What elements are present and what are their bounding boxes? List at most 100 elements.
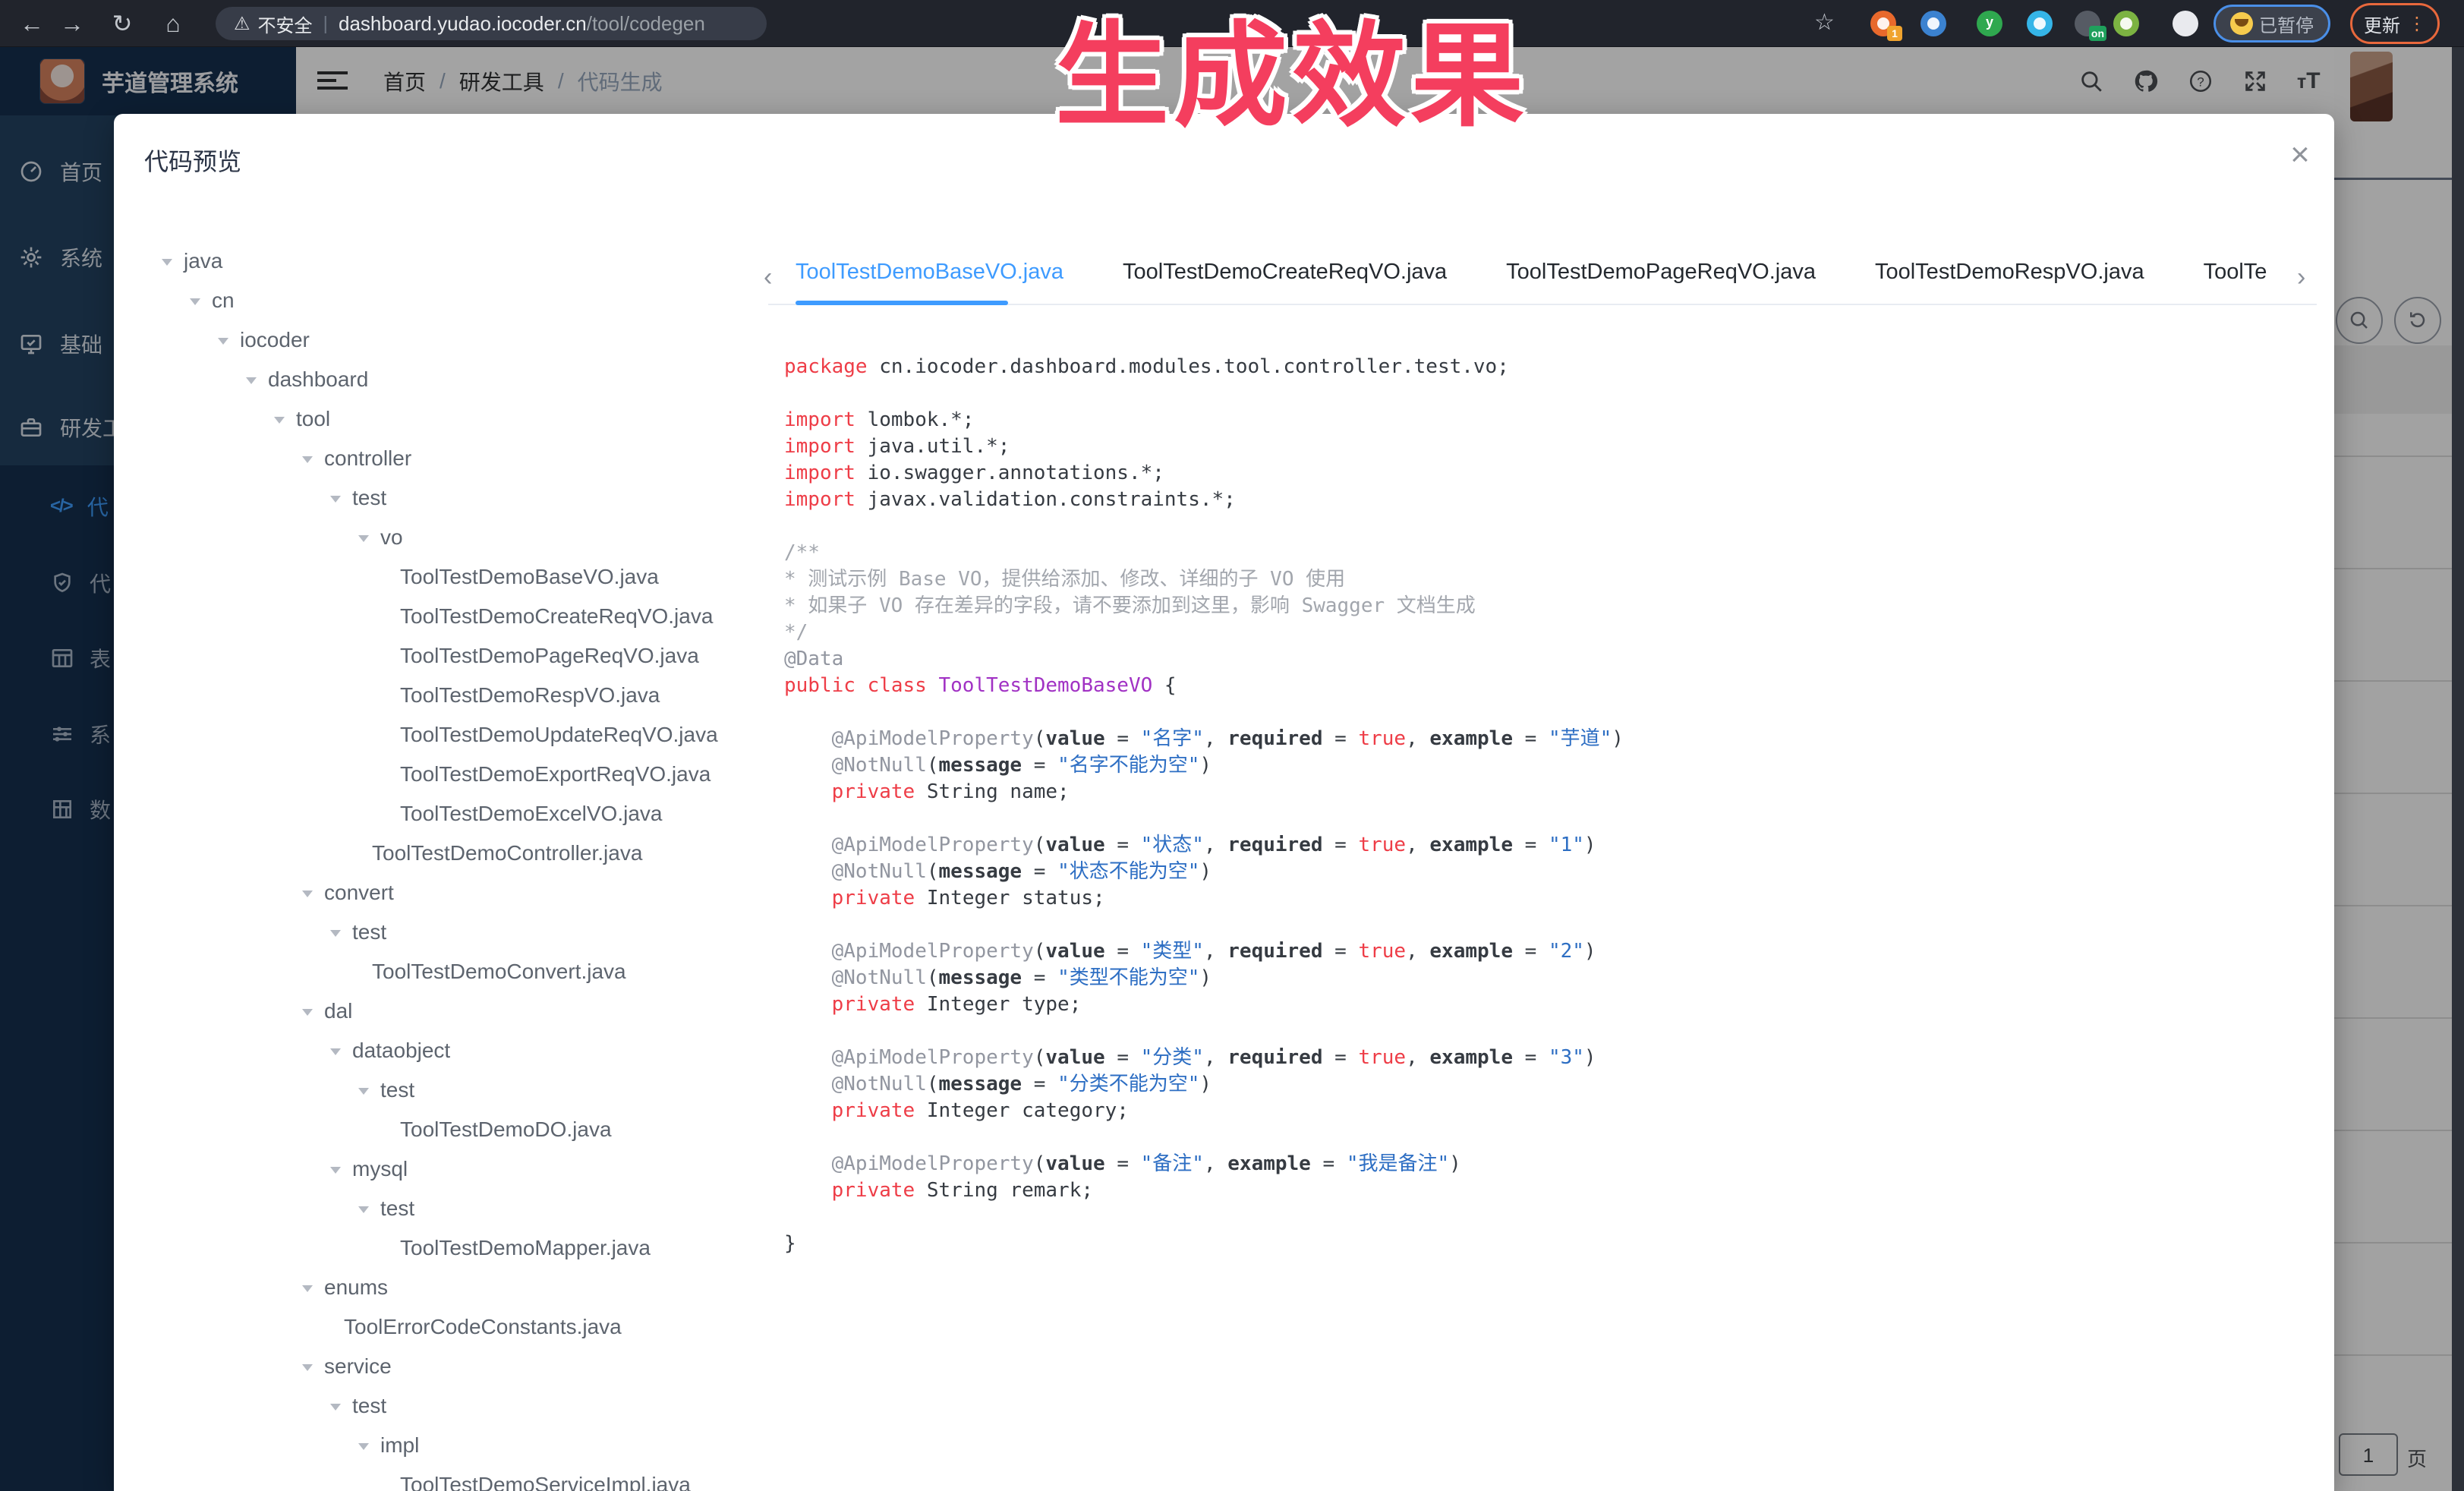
browser-home-button[interactable]: ⌂ [156,6,191,41]
tab-ToolTe[interactable]: ToolTe [2204,244,2267,299]
caret-down-icon[interactable] [358,1443,369,1450]
tree-node-label: test [352,1394,386,1417]
tree-node-label: ToolTestDemoRespVO.java [400,683,660,707]
caret-down-icon[interactable] [302,1285,313,1292]
browser-scrollbar[interactable] [2452,47,2464,1491]
tree-folder-test[interactable]: test [114,1189,782,1228]
code-preview-modal: 代码预览 × javacniocoderdashboardtoolcontrol… [114,114,2334,1491]
caret-down-icon[interactable] [330,496,341,503]
tab-ToolTestDemoRespVO.java[interactable]: ToolTestDemoRespVO.java [1875,244,2144,299]
tree-folder-vo[interactable]: vo [114,518,782,557]
browser-menu-icon[interactable]: ⋮ [2408,13,2426,35]
tree-folder-dashboard[interactable]: dashboard [114,360,782,399]
code-line [784,912,1624,938]
browser-forward-button[interactable]: → [55,6,90,41]
tree-file-ToolTestDemoPageReqVO.java[interactable]: ToolTestDemoPageReqVO.java [114,636,782,676]
caret-down-icon[interactable] [330,1404,341,1411]
tree-folder-enums[interactable]: enums [114,1268,782,1307]
diamond-extension-icon[interactable] [2027,11,2053,36]
ubuntu-extension-icon[interactable]: 1 [1870,11,1896,36]
caret-down-icon[interactable] [358,535,369,542]
code-line: * 如果子 VO 存在差异的字段，请不要添加到这里，影响 Swagger 文档生… [784,593,1624,619]
list-extension-icon[interactable]: on [2075,11,2100,36]
caret-down-icon[interactable] [218,338,228,345]
code-line: @NotNull(message = "类型不能为空") [784,965,1624,991]
code-line: @ApiModelProperty(value = "名字", required… [784,726,1624,752]
caret-down-icon[interactable] [162,259,172,266]
tree-folder-java[interactable]: java [114,241,782,281]
tab-ToolTestDemoPageReqVO.java[interactable]: ToolTestDemoPageReqVO.java [1506,244,1816,299]
tree-node-label: controller [324,446,411,470]
caret-down-icon[interactable] [302,1364,313,1371]
code-line [784,1124,1624,1151]
tree-folder-dal[interactable]: dal [114,991,782,1031]
tree-folder-convert[interactable]: convert [114,873,782,913]
url-host: dashboard.yudao.iocoder.cn [339,12,587,36]
sprout-extension-icon[interactable] [2113,11,2139,36]
puzzle-extension-icon[interactable] [2173,11,2198,36]
caret-down-icon[interactable] [190,298,200,305]
tree-folder-test[interactable]: test [114,913,782,952]
security-warning-icon: ⚠ [234,13,250,35]
tree-folder-iocoder[interactable]: iocoder [114,320,782,360]
tree-folder-tool[interactable]: tool [114,399,782,439]
tree-node-label: ToolErrorCodeConstants.java [344,1315,622,1338]
bookmark-star-icon[interactable]: ☆ [1814,9,1835,36]
tree-file-ToolTestDemoExportReqVO.java[interactable]: ToolTestDemoExportReqVO.java [114,755,782,794]
caret-down-icon[interactable] [302,891,313,897]
caret-down-icon[interactable] [246,377,257,384]
tree-file-ToolTestDemoUpdateReqVO.java[interactable]: ToolTestDemoUpdateReqVO.java [114,715,782,755]
tree-file-ToolTestDemoServiceImpl.java[interactable]: ToolTestDemoServiceImpl.java [114,1465,782,1491]
tree-file-ToolTestDemoCreateReqVO.java[interactable]: ToolTestDemoCreateReqVO.java [114,597,782,636]
tab-ToolTestDemoCreateReqVO.java[interactable]: ToolTestDemoCreateReqVO.java [1123,244,1447,299]
caret-down-icon[interactable] [358,1088,369,1095]
tree-folder-cn[interactable]: cn [114,281,782,320]
tree-file-ToolTestDemoDO.java[interactable]: ToolTestDemoDO.java [114,1110,782,1149]
code-line [784,1018,1624,1045]
tabs-viewport: ToolTestDemoBaseVO.java ToolTestDemoCreat… [796,244,2288,299]
code-line [784,380,1624,407]
tree-file-ToolTestDemoExcelVO.java[interactable]: ToolTestDemoExcelVO.java [114,794,782,834]
caret-down-icon[interactable] [330,1167,341,1174]
caret-down-icon[interactable] [302,1009,313,1016]
tree-folder-controller[interactable]: controller [114,439,782,478]
close-icon[interactable]: × [2279,134,2321,176]
code-line: @Data [784,646,1624,673]
tree-file-ToolTestDemoRespVO.java[interactable]: ToolTestDemoRespVO.java [114,676,782,715]
y-extension-icon[interactable]: y [1977,11,2002,36]
tabs-scroll-left-icon[interactable]: ‹ [764,263,772,292]
browser-back-button[interactable]: ← [14,6,49,41]
tree-node-label: convert [324,881,394,904]
tree-file-ToolTestDemoMapper.java[interactable]: ToolTestDemoMapper.java [114,1228,782,1268]
tree-file-ToolErrorCodeConstants.java[interactable]: ToolErrorCodeConstants.java [114,1307,782,1347]
tree-folder-test[interactable]: test [114,1386,782,1426]
tree-node-label: test [352,920,386,944]
address-bar[interactable]: ⚠ 不安全 | dashboard.yudao.iocoder.cn /tool… [216,7,767,40]
tree-file-ToolTestDemoBaseVO.java[interactable]: ToolTestDemoBaseVO.java [114,557,782,597]
tree-folder-impl[interactable]: impl [114,1426,782,1465]
drop-extension-icon[interactable] [1920,11,1946,36]
tabs-scroll-right-icon[interactable]: › [2297,263,2305,292]
caret-down-icon[interactable] [330,930,341,937]
tree-folder-mysql[interactable]: mysql [114,1149,782,1189]
tree-file-ToolTestDemoConvert.java[interactable]: ToolTestDemoConvert.java [114,952,782,991]
caret-down-icon[interactable] [358,1206,369,1213]
tree-node-label: test [380,1078,414,1102]
caret-down-icon[interactable] [302,456,313,463]
tree-folder-test[interactable]: test [114,1070,782,1110]
tree-file-ToolTestDemoController.java[interactable]: ToolTestDemoController.java [114,834,782,873]
tab-ToolTestDemoBaseVO.java[interactable]: ToolTestDemoBaseVO.java [796,244,1063,299]
caret-down-icon[interactable] [330,1048,341,1055]
code-line: private Integer type; [784,991,1624,1018]
browser-update-button[interactable]: 更新 ⋮ [2350,3,2440,44]
tree-folder-service[interactable]: service [114,1347,782,1386]
caret-down-icon[interactable] [274,417,285,424]
code-line [784,699,1624,726]
tree-folder-test[interactable]: test [114,478,782,518]
profile-paused-badge[interactable]: 已暂停 [2214,5,2330,43]
active-tab-ink-bar [796,301,1008,305]
tree-folder-dataobject[interactable]: dataobject [114,1031,782,1070]
browser-reload-button[interactable]: ↻ [105,6,140,41]
code-line: private String name; [784,779,1624,805]
code-line: } [784,1231,1624,1257]
